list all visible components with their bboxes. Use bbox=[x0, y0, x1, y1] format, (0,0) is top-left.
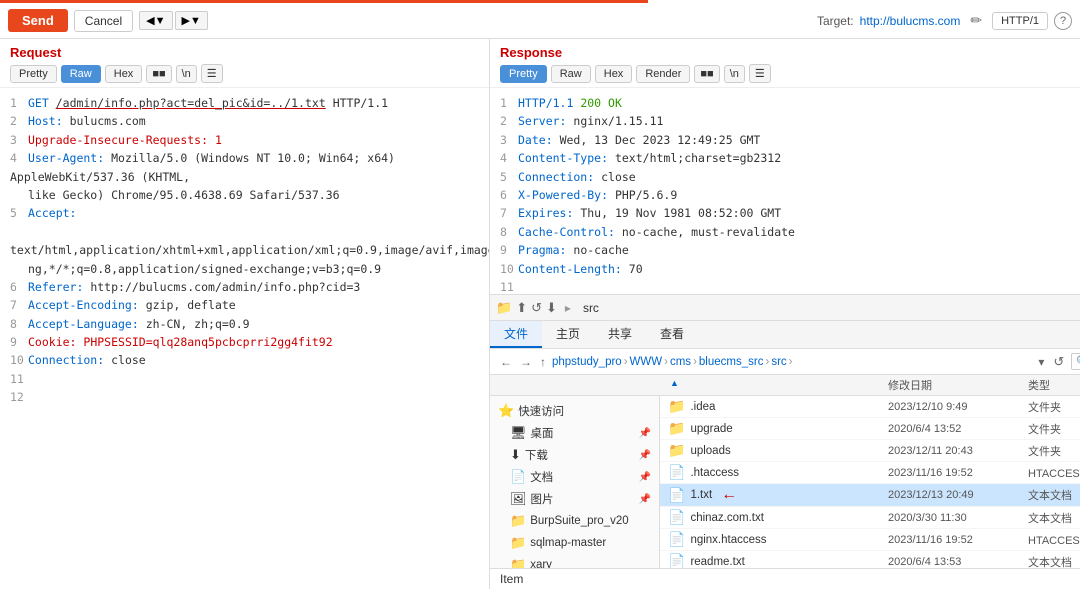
file-row-readme[interactable]: 📄readme.txt 2020/6/4 13:53 文本文档 bbox=[660, 551, 1080, 568]
file-list-body: ⭐ 快速访问 🖥 桌面 📌 ⬇ 下载 📌 bbox=[490, 396, 1080, 568]
file-row-uploads[interactable]: 📁uploads 2023/12/11 20:43 文件夹 bbox=[660, 440, 1080, 462]
path-bluecms[interactable]: bluecms_src bbox=[699, 356, 764, 368]
pin-docs-icon[interactable]: 📌 bbox=[639, 472, 651, 483]
nav-back-button[interactable]: ◀▼ bbox=[139, 11, 172, 30]
file-icon: 📄 bbox=[668, 553, 685, 568]
file-row-htaccess[interactable]: 📄.htaccess 2023/11/16 19:52 HTACCESS 文件 bbox=[660, 462, 1080, 484]
down-icon[interactable]: ⬇ bbox=[546, 300, 557, 316]
target-url[interactable]: http://bulucms.com bbox=[860, 14, 961, 28]
pin-pics-icon[interactable]: 📌 bbox=[639, 494, 651, 505]
request-content: 1GET /admin/info.php?act=del_pic&id=../1… bbox=[0, 88, 489, 589]
tab-response-menu[interactable]: ☰ bbox=[749, 64, 771, 83]
request-panel: Request Pretty Raw Hex ■■ \n ☰ 1GET /adm… bbox=[0, 39, 490, 589]
tree-desktop[interactable]: 🖥 桌面 📌 bbox=[490, 422, 659, 444]
tab-request-menu[interactable]: ☰ bbox=[201, 64, 223, 83]
item-label: Item bbox=[500, 572, 523, 586]
file-explorer: 📁 ⬆ ↺ ⬇ ▸ src 文件 主页 共享 查看 ← → bbox=[490, 294, 1080, 589]
col-date[interactable]: 修改日期 bbox=[888, 377, 1028, 393]
tree-pictures[interactable]: 🖼 图片 📌 bbox=[490, 488, 659, 510]
address-path: phpstudy_pro › WWW › cms › bluecms_src ›… bbox=[552, 356, 1028, 368]
col-type[interactable]: 类型 bbox=[1028, 377, 1080, 393]
addr-up[interactable]: ↑ bbox=[538, 355, 548, 369]
file-icon: 📄 bbox=[668, 531, 685, 548]
tab-request-raw[interactable]: Raw bbox=[61, 65, 101, 83]
address-bar: ← → ↑ phpstudy_pro › WWW › cms › bluecms… bbox=[490, 349, 1080, 375]
addr-actions: ↺ bbox=[1050, 354, 1067, 370]
tab-request-stream[interactable]: ■■ bbox=[146, 65, 171, 83]
file-icon: 📄 bbox=[668, 464, 685, 481]
tree-downloads[interactable]: ⬇ 下载 📌 bbox=[490, 444, 659, 466]
search-icon: 🔍 bbox=[1076, 355, 1080, 368]
tab-request-hex[interactable]: Hex bbox=[105, 65, 143, 83]
file-list-header: ▲ 修改日期 类型 大小 bbox=[490, 375, 1080, 396]
up-icon[interactable]: ⬆ bbox=[516, 300, 527, 316]
request-header: Request bbox=[0, 39, 489, 60]
response-toolbar: Pretty Raw Hex Render ■■ \n ☰ bbox=[490, 60, 1080, 88]
response-content: 1HTTP/1.1 200 OK 2Server: nginx/1.15.11 … bbox=[490, 88, 1080, 294]
file-row-1txt[interactable]: 📄 1.txt ← 2023/12/13 20:49 文本文档 bbox=[660, 484, 1080, 507]
file-row-chinaz[interactable]: 📄chinaz.com.txt 2020/3/30 11:30 文本文档 bbox=[660, 507, 1080, 529]
menu-home[interactable]: 主页 bbox=[542, 321, 594, 348]
file-row-idea[interactable]: 📁.idea 2023/12/10 9:49 文件夹 bbox=[660, 396, 1080, 418]
addr-forward[interactable]: → bbox=[518, 355, 534, 369]
path-src[interactable]: src bbox=[771, 356, 786, 368]
search-box[interactable]: 🔍 bbox=[1071, 353, 1080, 370]
refresh-icon[interactable]: ↺ bbox=[531, 300, 542, 316]
file-row-nginx-htaccess[interactable]: 📄nginx.htaccess 2023/11/16 19:52 HTACCES… bbox=[660, 529, 1080, 551]
folder-icon: 📁 bbox=[668, 420, 685, 437]
folder-icon: 📁 bbox=[668, 442, 685, 459]
path-www[interactable]: WWW bbox=[630, 356, 663, 368]
nav-forward-button[interactable]: ▶▼ bbox=[175, 11, 208, 30]
addr-dropdown[interactable]: ▾ bbox=[1036, 355, 1046, 369]
menu-view[interactable]: 查看 bbox=[646, 321, 698, 348]
addr-refresh[interactable]: ↺ bbox=[1050, 354, 1067, 370]
tree-burpsuite[interactable]: 📁 BurpSuite_pro_v20 bbox=[490, 510, 659, 532]
tree-documents[interactable]: 📄 文档 📌 bbox=[490, 466, 659, 488]
pin-downloads-icon[interactable]: 📌 bbox=[639, 450, 651, 461]
tab-response-stream[interactable]: ■■ bbox=[694, 65, 719, 83]
file-row-upgrade[interactable]: 📁upgrade 2020/6/4 13:52 文件夹 bbox=[660, 418, 1080, 440]
request-toolbar: Pretty Raw Hex ■■ \n ☰ bbox=[0, 60, 489, 88]
path-cms[interactable]: cms bbox=[670, 356, 691, 368]
menu-file[interactable]: 文件 bbox=[490, 321, 542, 348]
folder-icon: 📁 bbox=[668, 398, 685, 415]
sidebar-tree: ⭐ 快速访问 🖥 桌面 📌 ⬇ 下载 📌 bbox=[490, 396, 660, 568]
explorer-titlebar: 📁 ⬆ ↺ ⬇ ▸ src bbox=[490, 295, 1080, 321]
tab-response-raw[interactable]: Raw bbox=[551, 65, 591, 83]
tab-response-render[interactable]: Render bbox=[636, 65, 690, 83]
explorer-menu: 文件 主页 共享 查看 bbox=[490, 321, 1080, 349]
pin-icon[interactable]: 📌 bbox=[639, 428, 651, 439]
target-label: Target: bbox=[817, 14, 854, 28]
tab-response-hex[interactable]: Hex bbox=[595, 65, 633, 83]
response-header: Response bbox=[490, 39, 1080, 60]
arrow-indicator: ← bbox=[721, 486, 737, 504]
tab-response-newline[interactable]: \n bbox=[724, 65, 745, 83]
edit-icon[interactable]: ✏ bbox=[966, 12, 986, 29]
cancel-button[interactable]: Cancel bbox=[74, 10, 133, 32]
tree-sqlmap[interactable]: 📁 sqlmap-master bbox=[490, 532, 659, 554]
file-icon: 📄 bbox=[668, 487, 685, 504]
tab-request-newline[interactable]: \n bbox=[176, 65, 197, 83]
tab-request-pretty[interactable]: Pretty bbox=[10, 65, 57, 83]
file-rows: 📁.idea 2023/12/10 9:49 文件夹 📁upgrade 2020… bbox=[660, 396, 1080, 568]
explorer-title: src bbox=[583, 301, 599, 315]
folder-icon: 📁 bbox=[496, 300, 512, 316]
tree-xary[interactable]: 📁 xary bbox=[490, 554, 659, 568]
path-phpstudy[interactable]: phpstudy_pro bbox=[552, 356, 622, 368]
top-toolbar: Send Cancel ◀▼ ▶▼ Target: http://bulucms… bbox=[0, 3, 1080, 39]
menu-share[interactable]: 共享 bbox=[594, 321, 646, 348]
http-version-badge[interactable]: HTTP/1 bbox=[992, 12, 1048, 30]
col-name[interactable]: ▲ bbox=[668, 377, 888, 393]
file-icon: 📄 bbox=[668, 509, 685, 526]
help-icon[interactable]: ? bbox=[1054, 12, 1072, 30]
bottom-bar: Item bbox=[490, 568, 1080, 589]
nav-arrows: ◀▼ ▶▼ bbox=[139, 11, 208, 30]
response-panel: Response Pretty Raw Hex Render ■■ \n ☰ 1… bbox=[490, 39, 1080, 589]
send-button[interactable]: Send bbox=[8, 9, 68, 32]
tab-response-pretty[interactable]: Pretty bbox=[500, 65, 547, 83]
addr-back[interactable]: ← bbox=[498, 355, 514, 369]
tree-quick-access[interactable]: ⭐ 快速访问 bbox=[490, 400, 659, 422]
